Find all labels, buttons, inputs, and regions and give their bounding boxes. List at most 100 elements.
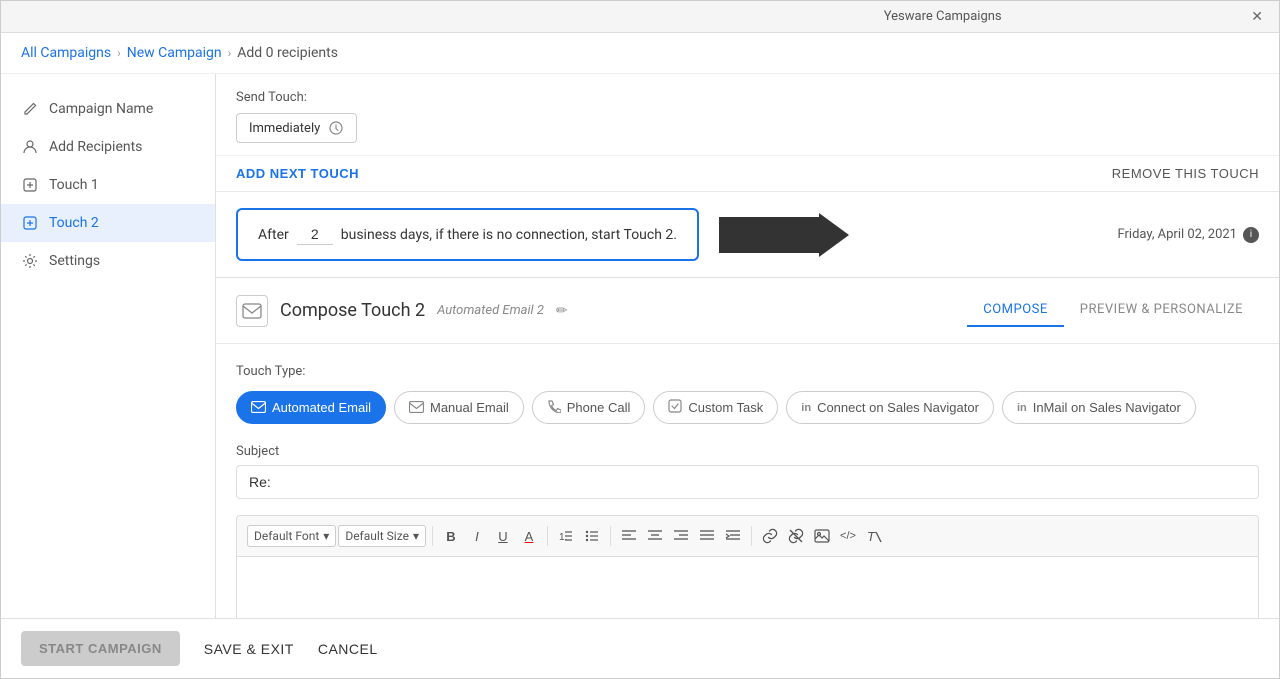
date-info: Friday, April 02, 2021 i xyxy=(1117,227,1259,243)
breadcrumb-new-campaign[interactable]: New Campaign xyxy=(127,45,222,61)
breadcrumb-current: Add 0 recipients xyxy=(237,45,338,61)
automated-email-icon xyxy=(251,400,266,416)
type-btn-custom-task[interactable]: Custom Task xyxy=(653,391,778,424)
tab-compose[interactable]: COMPOSE xyxy=(967,294,1064,327)
edit-icon xyxy=(21,100,39,118)
unlink-button[interactable] xyxy=(784,524,808,548)
editor-body[interactable] xyxy=(236,556,1259,618)
delay-box: After business days, if there is no conn… xyxy=(236,208,699,261)
type-btn-manual-email-label: Manual Email xyxy=(430,400,509,415)
align-center-button[interactable] xyxy=(643,524,667,548)
breadcrumb-all-campaigns[interactable]: All Campaigns xyxy=(21,45,111,61)
size-select-arrow: ▾ xyxy=(413,529,419,543)
type-btn-phone-call[interactable]: Phone Call xyxy=(532,391,646,424)
send-touch-row: Send Touch: Immediately xyxy=(216,74,1279,155)
window-title: Yesware Campaigns xyxy=(634,9,1251,24)
compose-section: Compose Touch 2 Automated Email 2 ✏ COMP… xyxy=(216,277,1279,618)
date-text: Friday, April 02, 2021 xyxy=(1117,227,1237,242)
bold-button[interactable]: B xyxy=(439,524,463,548)
arrow-indicator xyxy=(719,213,859,257)
underline-button[interactable]: U xyxy=(491,524,515,548)
subject-input[interactable] xyxy=(236,465,1259,499)
delay-prefix: After xyxy=(258,227,289,243)
image-button[interactable] xyxy=(810,524,834,548)
touch1-icon xyxy=(21,176,39,194)
code-button[interactable]: </> xyxy=(836,524,860,548)
main-layout: Campaign Name Add Recipients Touch 1 Tou… xyxy=(1,74,1279,618)
touch-type-label: Touch Type: xyxy=(236,364,1259,379)
info-icon[interactable]: i xyxy=(1243,227,1259,243)
editor-toolbar: Default Font ▾ Default Size ▾ B I U xyxy=(236,515,1259,556)
sidebar-item-touch1[interactable]: Touch 1 xyxy=(1,166,215,204)
sidebar-item-add-recipients[interactable]: Add Recipients xyxy=(1,128,215,166)
size-select[interactable]: Default Size ▾ xyxy=(338,525,426,547)
text-color-button[interactable]: A xyxy=(517,524,541,548)
justify-button[interactable] xyxy=(695,524,719,548)
subject-label: Subject xyxy=(236,444,1259,459)
add-next-touch-button[interactable]: ADD NEXT TOUCH xyxy=(236,166,359,181)
cancel-button[interactable]: CANCEL xyxy=(318,641,378,657)
compose-envelope-icon xyxy=(236,295,268,327)
align-left-button[interactable] xyxy=(617,524,641,548)
remove-touch-button[interactable]: REMOVE THIS TOUCH xyxy=(1112,166,1259,181)
compose-title: Compose Touch 2 xyxy=(280,300,425,321)
title-bar: Yesware Campaigns ✕ xyxy=(1,1,1279,33)
size-select-label: Default Size xyxy=(345,529,409,543)
touch-actions-row: ADD NEXT TOUCH REMOVE THIS TOUCH xyxy=(216,155,1279,191)
tab-preview[interactable]: PREVIEW & PERSONALIZE xyxy=(1064,294,1259,327)
linkedin-connect-icon: in xyxy=(801,402,811,414)
linkedin-inmail-icon: in xyxy=(1017,402,1027,414)
bottom-bar: START CAMPAIGN SAVE & EXIT CANCEL xyxy=(1,618,1279,678)
phone-icon xyxy=(547,399,561,416)
breadcrumb: All Campaigns › New Campaign › Add 0 rec… xyxy=(1,33,1279,74)
sidebar-item-campaign-name[interactable]: Campaign Name xyxy=(1,90,215,128)
italic-button[interactable]: I xyxy=(465,524,489,548)
align-right-button[interactable] xyxy=(669,524,693,548)
toolbar-sep-3 xyxy=(610,526,611,546)
type-btn-connect-sales-nav[interactable]: in Connect on Sales Navigator xyxy=(786,391,994,424)
compose-subtitle: Automated Email 2 xyxy=(437,303,544,318)
compose-header: Compose Touch 2 Automated Email 2 ✏ COMP… xyxy=(216,278,1279,344)
compose-tabs: COMPOSE PREVIEW & PERSONALIZE xyxy=(967,294,1259,327)
type-btn-inmail-sales-nav[interactable]: in InMail on Sales Navigator xyxy=(1002,391,1196,424)
toolbar-sep-4 xyxy=(751,526,752,546)
sidebar-item-settings[interactable]: Settings xyxy=(1,242,215,280)
indent-button[interactable] xyxy=(721,524,745,548)
type-btn-phone-call-label: Phone Call xyxy=(567,400,631,415)
compose-edit-icon[interactable]: ✏ xyxy=(556,303,568,319)
save-exit-button[interactable]: SAVE & EXIT xyxy=(204,641,294,657)
app-window: Yesware Campaigns ✕ All Campaigns › New … xyxy=(0,0,1280,679)
sidebar-label-settings: Settings xyxy=(49,253,100,269)
person-icon xyxy=(21,138,39,156)
type-btn-manual-email[interactable]: Manual Email xyxy=(394,391,524,424)
touch2-section: After business days, if there is no conn… xyxy=(216,192,1279,618)
touch-type-buttons: Automated Email Manual Email xyxy=(236,391,1259,424)
start-campaign-button[interactable]: START CAMPAIGN xyxy=(21,631,180,666)
sidebar-label-add-recipients: Add Recipients xyxy=(49,139,142,155)
sidebar-label-touch2: Touch 2 xyxy=(49,215,99,231)
close-button[interactable]: ✕ xyxy=(1251,8,1263,25)
ordered-list-button[interactable]: 1. xyxy=(554,524,578,548)
unordered-list-button[interactable] xyxy=(580,524,604,548)
content-area: Send Touch: Immediately ADD NEXT TOUCH R… xyxy=(216,74,1279,618)
send-touch-label: Send Touch: xyxy=(236,90,1259,105)
breadcrumb-sep-2: › xyxy=(228,46,232,60)
type-btn-automated-email[interactable]: Automated Email xyxy=(236,391,386,424)
gear-icon xyxy=(21,252,39,270)
type-btn-inmail-sales-nav-label: InMail on Sales Navigator xyxy=(1033,400,1181,415)
font-select[interactable]: Default Font ▾ xyxy=(247,525,336,547)
toolbar-sep-2 xyxy=(547,526,548,546)
svg-text:T: T xyxy=(867,529,876,544)
sidebar-label-touch1: Touch 1 xyxy=(49,177,99,193)
compose-title-area: Compose Touch 2 Automated Email 2 ✏ xyxy=(236,295,568,327)
type-btn-custom-task-label: Custom Task xyxy=(688,400,763,415)
toolbar-sep-1 xyxy=(432,526,433,546)
type-btn-automated-email-label: Automated Email xyxy=(272,400,371,415)
type-btn-connect-sales-nav-label: Connect on Sales Navigator xyxy=(817,400,979,415)
clear-format-button[interactable]: T xyxy=(862,524,886,548)
font-select-arrow: ▾ xyxy=(323,529,329,543)
link-button[interactable] xyxy=(758,524,782,548)
delay-value-input[interactable] xyxy=(297,224,333,245)
immediately-select[interactable]: Immediately xyxy=(236,113,357,143)
sidebar-item-touch2[interactable]: Touch 2 xyxy=(1,204,215,242)
